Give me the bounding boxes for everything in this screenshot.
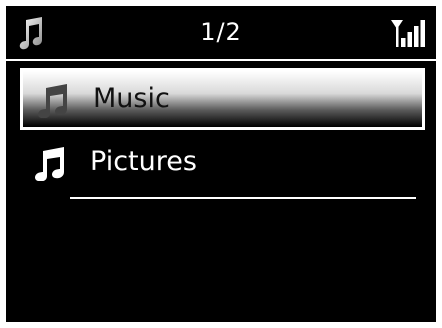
status-bar: 1/2 <box>6 6 436 61</box>
music-note-icon <box>35 147 64 181</box>
item-divider <box>70 197 416 199</box>
menu-item-music[interactable]: Music <box>20 68 425 130</box>
page-indicator: 1/2 <box>200 18 242 46</box>
menu-item-pictures[interactable]: Pictures <box>20 134 425 199</box>
menu-item-label: Music <box>93 83 170 114</box>
music-note-icon <box>38 84 67 118</box>
menu-item-label: Pictures <box>90 146 197 177</box>
wifi-signal-icon <box>391 20 425 47</box>
status-divider <box>6 59 436 61</box>
device-screen: 1/2 Music Pictures <box>6 6 436 322</box>
